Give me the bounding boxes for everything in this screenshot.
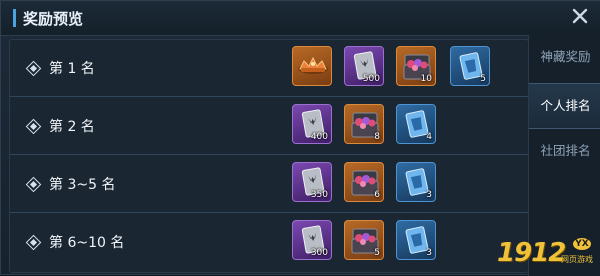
reward-list[interactable]: 第 1 名 500 10 5 第 2 名 400 8 4 第 3~5 名 350…: [9, 39, 529, 273]
reward-item[interactable]: 3: [396, 162, 436, 202]
rank-label-text: 第 1 名: [49, 61, 95, 77]
item-quantity: 400: [310, 132, 328, 142]
reward-item[interactable]: 350: [292, 162, 332, 202]
reward-item[interactable]: 8: [344, 104, 384, 144]
reward-item[interactable]: 5: [450, 46, 490, 86]
diamond-bullet-icon: [25, 234, 42, 250]
rank-label-text: 第 3~5 名: [49, 177, 116, 193]
item-quantity: 5: [374, 248, 380, 258]
reward-item[interactable]: 400: [292, 104, 332, 144]
title-accent-bar: [13, 9, 16, 27]
tab-personal-ranking[interactable]: 个人排名: [529, 83, 600, 129]
reward-row-rank-1: 第 1 名 500 10 5: [10, 40, 528, 97]
site-watermark-logo: 1912 YX 网页游戏: [497, 236, 593, 270]
title-bar: 奖励预览: [1, 1, 600, 36]
watermark-number: 1912: [497, 238, 566, 268]
reward-item[interactable]: 10: [396, 46, 436, 86]
reward-item[interactable]: 300: [292, 220, 332, 260]
reward-item[interactable]: 5: [344, 220, 384, 260]
rank-label: 第 2 名: [25, 116, 95, 136]
diamond-bullet-icon: [25, 60, 42, 76]
close-icon: [572, 8, 588, 24]
tab-treasure-rewards[interactable]: 神藏奖励: [529, 35, 600, 79]
item-quantity: 3: [426, 248, 432, 258]
watermark-badge: YX: [573, 238, 591, 250]
item-quantity: 300: [310, 248, 328, 258]
item-quantity: 350: [310, 190, 328, 200]
watermark-subtitle: 网页游戏: [561, 255, 593, 264]
item-quantity: 4: [426, 132, 432, 142]
item-quantity: 8: [374, 132, 380, 142]
close-button[interactable]: [569, 5, 591, 27]
rank-label: 第 6~10 名: [25, 232, 125, 252]
item-quantity: 6: [374, 190, 380, 200]
reward-row-rank-3-5: 第 3~5 名 350 6 3: [10, 156, 528, 213]
reward-item[interactable]: 3: [396, 220, 436, 260]
reward-row-rank-6-10: 第 6~10 名 300 5 3: [10, 214, 528, 270]
item-quantity: 500: [362, 74, 380, 84]
bronze-crown-icon: [298, 56, 328, 74]
rank-label-text: 第 6~10 名: [49, 235, 125, 251]
reward-item[interactable]: 500: [344, 46, 384, 86]
rank-label: 第 1 名: [25, 58, 95, 78]
rank-label-text: 第 2 名: [49, 119, 95, 135]
rank-label: 第 3~5 名: [25, 174, 116, 194]
item-quantity: 3: [426, 190, 432, 200]
window-title: 奖励预览: [23, 10, 84, 28]
item-quantity: 10: [420, 74, 432, 84]
reward-item[interactable]: 4: [396, 104, 436, 144]
reward-row-rank-2: 第 2 名 400 8 4: [10, 98, 528, 155]
diamond-bullet-icon: [25, 176, 42, 192]
reward-item[interactable]: [292, 46, 332, 86]
item-quantity: 5: [480, 74, 486, 84]
reward-item[interactable]: 6: [344, 162, 384, 202]
tab-club-ranking[interactable]: 社团排名: [529, 129, 600, 173]
reward-preview-panel: 奖励预览 第 1 名 500 10 5 第 2 名 400 8 4 第 3~5 …: [0, 0, 600, 276]
diamond-bullet-icon: [25, 118, 42, 134]
